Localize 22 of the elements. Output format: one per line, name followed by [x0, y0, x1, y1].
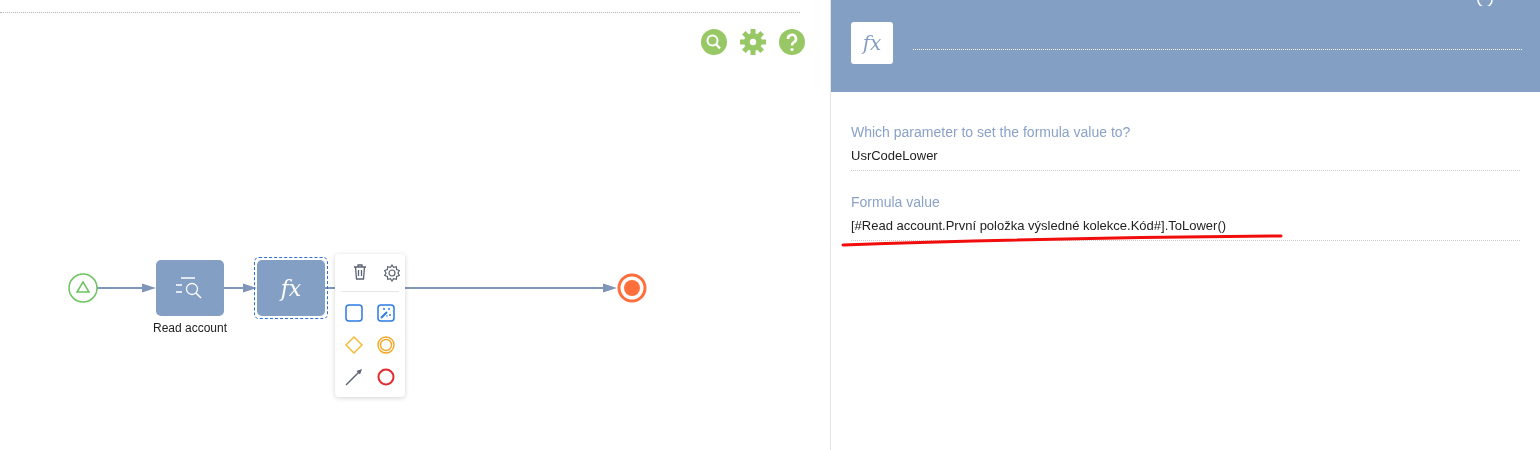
circle-icon[interactable] [377, 368, 395, 386]
field-value[interactable]: UsrCodeLower [851, 142, 1520, 171]
search-icon[interactable] [701, 29, 727, 55]
arrow-icon[interactable] [345, 368, 363, 386]
search-list-icon [176, 277, 204, 299]
settings-icon[interactable] [383, 264, 401, 282]
delete-icon[interactable] [353, 264, 367, 282]
read-data-task[interactable] [156, 260, 224, 316]
magic-wand-icon[interactable] [377, 304, 395, 322]
connector-arrow [224, 282, 257, 294]
field-label: Which parameter to set the formula value to? [851, 123, 1132, 142]
field-label: Formula value [851, 193, 941, 212]
double-circle-icon[interactable] [377, 336, 395, 354]
formula-icon: fx [851, 22, 893, 64]
field-value[interactable]: [#Read account.První položka výsledné kolekce.Kód#].ToLower() [851, 212, 1520, 241]
node-label: Read account [151, 321, 229, 335]
help-icon[interactable] [779, 29, 805, 55]
diamond-icon[interactable] [345, 336, 363, 354]
start-event[interactable] [68, 273, 98, 303]
end-event[interactable] [617, 273, 647, 303]
connector-arrow [96, 282, 156, 294]
rounded-square-icon[interactable] [345, 304, 363, 322]
